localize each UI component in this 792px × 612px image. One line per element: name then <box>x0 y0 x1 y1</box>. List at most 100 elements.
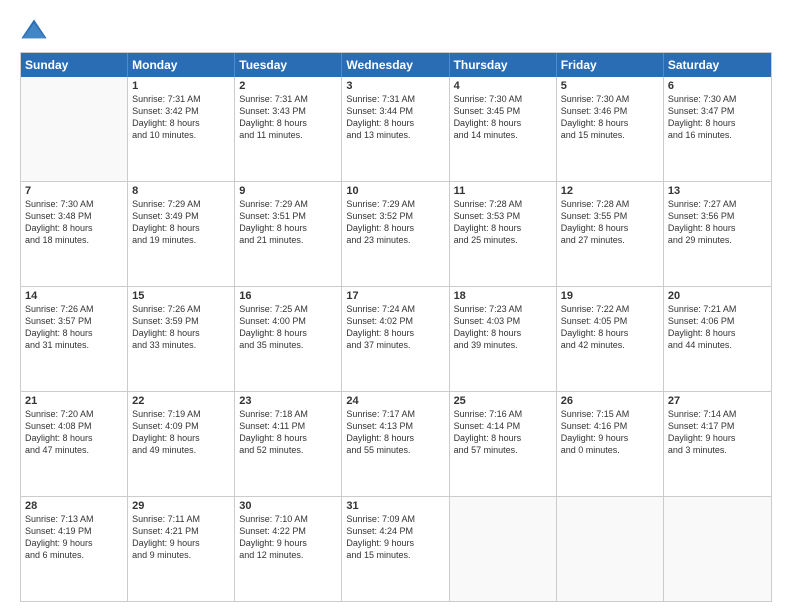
day-number: 12 <box>561 185 659 197</box>
day-number: 19 <box>561 290 659 302</box>
day-number: 26 <box>561 395 659 407</box>
day-number: 5 <box>561 80 659 92</box>
calendar-row-1: 1Sunrise: 7:31 AM Sunset: 3:42 PM Daylig… <box>21 77 771 181</box>
calendar-cell: 22Sunrise: 7:19 AM Sunset: 4:09 PM Dayli… <box>128 392 235 496</box>
calendar-cell: 19Sunrise: 7:22 AM Sunset: 4:05 PM Dayli… <box>557 287 664 391</box>
calendar-cell: 21Sunrise: 7:20 AM Sunset: 4:08 PM Dayli… <box>21 392 128 496</box>
day-number: 24 <box>346 395 444 407</box>
calendar-row-4: 21Sunrise: 7:20 AM Sunset: 4:08 PM Dayli… <box>21 391 771 496</box>
cell-info: Sunrise: 7:31 AM Sunset: 3:42 PM Dayligh… <box>132 93 230 142</box>
cell-info: Sunrise: 7:22 AM Sunset: 4:05 PM Dayligh… <box>561 303 659 352</box>
cell-info: Sunrise: 7:27 AM Sunset: 3:56 PM Dayligh… <box>668 198 767 247</box>
calendar-cell: 10Sunrise: 7:29 AM Sunset: 3:52 PM Dayli… <box>342 182 449 286</box>
cell-info: Sunrise: 7:15 AM Sunset: 4:16 PM Dayligh… <box>561 408 659 457</box>
cell-info: Sunrise: 7:28 AM Sunset: 3:55 PM Dayligh… <box>561 198 659 247</box>
calendar-cell: 20Sunrise: 7:21 AM Sunset: 4:06 PM Dayli… <box>664 287 771 391</box>
calendar-cell: 5Sunrise: 7:30 AM Sunset: 3:46 PM Daylig… <box>557 77 664 181</box>
calendar-row-3: 14Sunrise: 7:26 AM Sunset: 3:57 PM Dayli… <box>21 286 771 391</box>
calendar-cell: 15Sunrise: 7:26 AM Sunset: 3:59 PM Dayli… <box>128 287 235 391</box>
day-number: 10 <box>346 185 444 197</box>
logo <box>20 16 52 44</box>
cell-info: Sunrise: 7:29 AM Sunset: 3:52 PM Dayligh… <box>346 198 444 247</box>
calendar-cell: 14Sunrise: 7:26 AM Sunset: 3:57 PM Dayli… <box>21 287 128 391</box>
cell-info: Sunrise: 7:24 AM Sunset: 4:02 PM Dayligh… <box>346 303 444 352</box>
day-number: 1 <box>132 80 230 92</box>
calendar-cell: 9Sunrise: 7:29 AM Sunset: 3:51 PM Daylig… <box>235 182 342 286</box>
day-number: 2 <box>239 80 337 92</box>
header-day-wednesday: Wednesday <box>342 53 449 77</box>
header <box>20 16 772 44</box>
calendar-cell: 8Sunrise: 7:29 AM Sunset: 3:49 PM Daylig… <box>128 182 235 286</box>
day-number: 11 <box>454 185 552 197</box>
calendar-cell: 3Sunrise: 7:31 AM Sunset: 3:44 PM Daylig… <box>342 77 449 181</box>
cell-info: Sunrise: 7:21 AM Sunset: 4:06 PM Dayligh… <box>668 303 767 352</box>
day-number: 20 <box>668 290 767 302</box>
day-number: 8 <box>132 185 230 197</box>
day-number: 29 <box>132 500 230 512</box>
cell-info: Sunrise: 7:30 AM Sunset: 3:45 PM Dayligh… <box>454 93 552 142</box>
cell-info: Sunrise: 7:30 AM Sunset: 3:48 PM Dayligh… <box>25 198 123 247</box>
calendar-cell: 30Sunrise: 7:10 AM Sunset: 4:22 PM Dayli… <box>235 497 342 601</box>
logo-icon <box>20 16 48 44</box>
cell-info: Sunrise: 7:29 AM Sunset: 3:49 PM Dayligh… <box>132 198 230 247</box>
calendar-cell: 18Sunrise: 7:23 AM Sunset: 4:03 PM Dayli… <box>450 287 557 391</box>
day-number: 25 <box>454 395 552 407</box>
cell-info: Sunrise: 7:14 AM Sunset: 4:17 PM Dayligh… <box>668 408 767 457</box>
calendar-cell: 28Sunrise: 7:13 AM Sunset: 4:19 PM Dayli… <box>21 497 128 601</box>
day-number: 28 <box>25 500 123 512</box>
day-number: 27 <box>668 395 767 407</box>
cell-info: Sunrise: 7:28 AM Sunset: 3:53 PM Dayligh… <box>454 198 552 247</box>
calendar-cell: 11Sunrise: 7:28 AM Sunset: 3:53 PM Dayli… <box>450 182 557 286</box>
cell-info: Sunrise: 7:30 AM Sunset: 3:46 PM Dayligh… <box>561 93 659 142</box>
calendar-cell: 16Sunrise: 7:25 AM Sunset: 4:00 PM Dayli… <box>235 287 342 391</box>
day-number: 15 <box>132 290 230 302</box>
cell-info: Sunrise: 7:30 AM Sunset: 3:47 PM Dayligh… <box>668 93 767 142</box>
cell-info: Sunrise: 7:23 AM Sunset: 4:03 PM Dayligh… <box>454 303 552 352</box>
cell-info: Sunrise: 7:31 AM Sunset: 3:43 PM Dayligh… <box>239 93 337 142</box>
calendar-cell: 1Sunrise: 7:31 AM Sunset: 3:42 PM Daylig… <box>128 77 235 181</box>
calendar-cell: 2Sunrise: 7:31 AM Sunset: 3:43 PM Daylig… <box>235 77 342 181</box>
cell-info: Sunrise: 7:09 AM Sunset: 4:24 PM Dayligh… <box>346 513 444 562</box>
cell-info: Sunrise: 7:13 AM Sunset: 4:19 PM Dayligh… <box>25 513 123 562</box>
cell-info: Sunrise: 7:11 AM Sunset: 4:21 PM Dayligh… <box>132 513 230 562</box>
calendar-cell: 23Sunrise: 7:18 AM Sunset: 4:11 PM Dayli… <box>235 392 342 496</box>
day-number: 13 <box>668 185 767 197</box>
cell-info: Sunrise: 7:20 AM Sunset: 4:08 PM Dayligh… <box>25 408 123 457</box>
day-number: 3 <box>346 80 444 92</box>
header-day-monday: Monday <box>128 53 235 77</box>
calendar-cell: 27Sunrise: 7:14 AM Sunset: 4:17 PM Dayli… <box>664 392 771 496</box>
day-number: 18 <box>454 290 552 302</box>
day-number: 16 <box>239 290 337 302</box>
day-number: 21 <box>25 395 123 407</box>
calendar-row-5: 28Sunrise: 7:13 AM Sunset: 4:19 PM Dayli… <box>21 496 771 601</box>
cell-info: Sunrise: 7:31 AM Sunset: 3:44 PM Dayligh… <box>346 93 444 142</box>
calendar-row-2: 7Sunrise: 7:30 AM Sunset: 3:48 PM Daylig… <box>21 181 771 286</box>
calendar-cell <box>557 497 664 601</box>
calendar-cell <box>664 497 771 601</box>
day-number: 30 <box>239 500 337 512</box>
calendar-cell: 7Sunrise: 7:30 AM Sunset: 3:48 PM Daylig… <box>21 182 128 286</box>
header-day-tuesday: Tuesday <box>235 53 342 77</box>
calendar-cell: 13Sunrise: 7:27 AM Sunset: 3:56 PM Dayli… <box>664 182 771 286</box>
cell-info: Sunrise: 7:29 AM Sunset: 3:51 PM Dayligh… <box>239 198 337 247</box>
calendar-cell <box>450 497 557 601</box>
cell-info: Sunrise: 7:10 AM Sunset: 4:22 PM Dayligh… <box>239 513 337 562</box>
calendar-cell: 24Sunrise: 7:17 AM Sunset: 4:13 PM Dayli… <box>342 392 449 496</box>
cell-info: Sunrise: 7:17 AM Sunset: 4:13 PM Dayligh… <box>346 408 444 457</box>
page: SundayMondayTuesdayWednesdayThursdayFrid… <box>0 0 792 612</box>
calendar-body: 1Sunrise: 7:31 AM Sunset: 3:42 PM Daylig… <box>21 77 771 601</box>
day-number: 4 <box>454 80 552 92</box>
cell-info: Sunrise: 7:26 AM Sunset: 3:57 PM Dayligh… <box>25 303 123 352</box>
calendar-cell: 26Sunrise: 7:15 AM Sunset: 4:16 PM Dayli… <box>557 392 664 496</box>
calendar-header: SundayMondayTuesdayWednesdayThursdayFrid… <box>21 53 771 77</box>
day-number: 17 <box>346 290 444 302</box>
day-number: 9 <box>239 185 337 197</box>
header-day-sunday: Sunday <box>21 53 128 77</box>
cell-info: Sunrise: 7:26 AM Sunset: 3:59 PM Dayligh… <box>132 303 230 352</box>
day-number: 22 <box>132 395 230 407</box>
calendar-cell <box>21 77 128 181</box>
cell-info: Sunrise: 7:18 AM Sunset: 4:11 PM Dayligh… <box>239 408 337 457</box>
day-number: 6 <box>668 80 767 92</box>
day-number: 14 <box>25 290 123 302</box>
calendar-cell: 4Sunrise: 7:30 AM Sunset: 3:45 PM Daylig… <box>450 77 557 181</box>
